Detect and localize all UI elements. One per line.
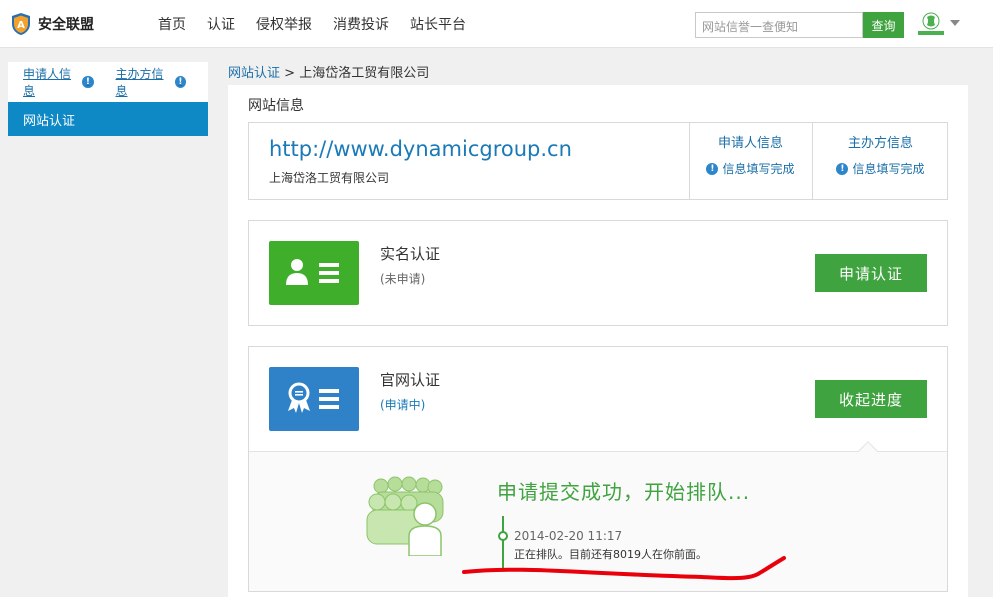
- collapse-progress-button[interactable]: 收起进度: [815, 380, 927, 418]
- red-annotation-underline: [462, 556, 786, 581]
- main-nav: 首页 认证 侵权举报 消费投诉 站长平台: [158, 14, 487, 34]
- info-icon: !: [82, 76, 94, 88]
- site-info-box: http://www.dynamicgroup.cn 上海岱洛工贸有限公司 申请…: [248, 122, 948, 200]
- column-status-text: 信息填写完成: [852, 162, 925, 176]
- svg-text:A: A: [17, 20, 25, 31]
- apply-certification-button[interactable]: 申请认证: [815, 254, 927, 292]
- info-icon: !: [706, 162, 719, 175]
- sidebar-tab-organizer[interactable]: 主办方信息 !: [115, 65, 186, 99]
- award-card-icon: [269, 367, 359, 431]
- main-content: 网站信息 http://www.dynamicgroup.cn 上海岱洛工贸有限…: [228, 85, 968, 597]
- sidebar: 申请人信息 ! 主办方信息 ! 网站认证: [8, 62, 208, 136]
- site-logo[interactable]: A 安全联盟: [10, 12, 94, 36]
- search-button[interactable]: 查询: [863, 12, 904, 38]
- certification-title: 官网认证: [380, 371, 441, 389]
- breadcrumb-separator: >: [284, 66, 296, 81]
- queue-crowd-icon: [366, 476, 444, 556]
- column-status: ! 信息填写完成: [690, 160, 811, 177]
- timeline-dot: [498, 531, 508, 541]
- sidebar-tab-applicant[interactable]: 申请人信息 !: [23, 65, 94, 99]
- real-name-certification-card: 实名认证 (未申请) 申请认证: [248, 220, 948, 326]
- chevron-down-icon[interactable]: [950, 20, 960, 26]
- sidebar-tab-label: 主办方信息: [115, 67, 164, 98]
- progress-timestamp: 2014-02-20 11:17: [514, 529, 623, 543]
- certification-status: (申请中): [380, 398, 426, 412]
- site-url[interactable]: http://www.dynamicgroup.cn: [269, 137, 572, 161]
- shield-logo-icon: A: [12, 13, 30, 35]
- sidebar-item-website-certification[interactable]: 网站认证: [8, 102, 208, 136]
- nav-consumer-complaint[interactable]: 消费投诉: [333, 14, 389, 34]
- sidebar-tab-label: 申请人信息: [23, 67, 72, 98]
- breadcrumb: 网站认证 > 上海岱洛工贸有限公司: [228, 62, 429, 81]
- organizer-info-column[interactable]: 主办方信息 ! 信息填写完成: [812, 123, 948, 199]
- column-status-text: 信息填写完成: [722, 162, 795, 176]
- info-icon: !: [836, 162, 849, 175]
- person-card-icon: [269, 241, 359, 305]
- progress-title: 申请提交成功，开始排队...: [497, 480, 751, 504]
- column-title: 主办方信息: [847, 136, 913, 151]
- breadcrumb-current: 上海岱洛工贸有限公司: [299, 66, 430, 81]
- section-title: 网站信息: [248, 98, 304, 114]
- dynamic-brand-logo[interactable]: [916, 11, 946, 37]
- top-navbar: A 安全联盟 首页 认证 侵权举报 消费投诉 站长平台 网站信誉一查便知 查询: [0, 0, 993, 48]
- column-title: 申请人信息: [717, 136, 783, 151]
- search-input[interactable]: 网站信誉一查便知: [695, 12, 863, 38]
- certification-status: (未申请): [380, 272, 426, 286]
- site-company: 上海岱洛工贸有限公司: [269, 171, 390, 185]
- sidebar-tabs: 申请人信息 ! 主办方信息 !: [8, 62, 208, 102]
- certification-title: 实名认证: [380, 245, 441, 263]
- breadcrumb-link[interactable]: 网站认证: [228, 66, 280, 81]
- info-icon: !: [174, 76, 186, 88]
- applicant-info-column[interactable]: 申请人信息 ! 信息填写完成: [689, 123, 811, 199]
- nav-webmaster-platform[interactable]: 站长平台: [410, 14, 466, 34]
- nav-certification[interactable]: 认证: [207, 14, 235, 34]
- nav-infringement-report[interactable]: 侵权举报: [256, 14, 312, 34]
- nav-home[interactable]: 首页: [158, 14, 186, 34]
- column-status: ! 信息填写完成: [813, 160, 948, 177]
- progress-pointer: [858, 441, 878, 461]
- logo-text: 安全联盟: [38, 17, 94, 33]
